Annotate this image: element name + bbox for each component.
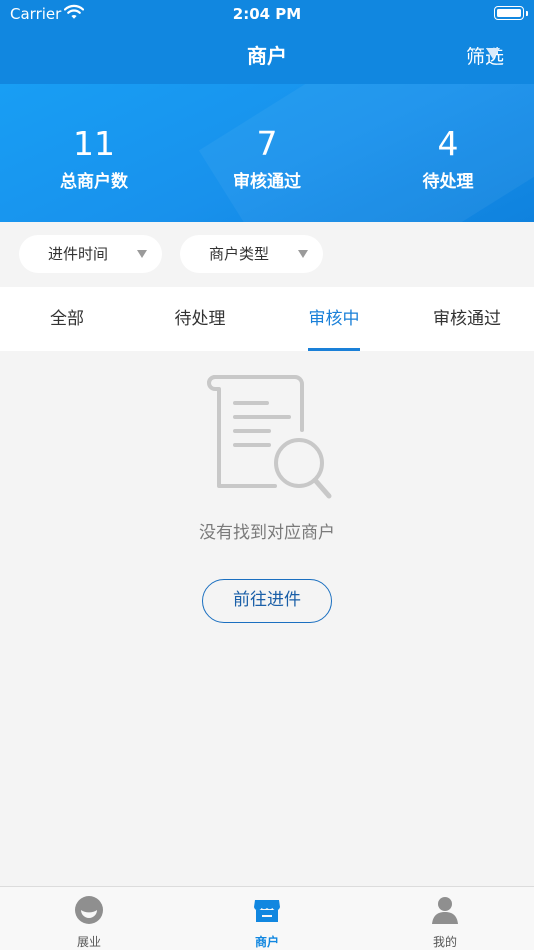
stat-label: 审核通过 xyxy=(233,172,301,192)
bottom-nav: 展业 商户 我的 xyxy=(0,886,534,950)
store-icon xyxy=(254,900,280,922)
stat-total-merchants: 11 总商户数 xyxy=(4,124,184,192)
stat-pending: 4 待处理 xyxy=(358,124,534,192)
chevron-down-icon xyxy=(298,250,308,258)
chevron-down-icon xyxy=(137,250,147,258)
stat-value: 11 xyxy=(73,124,115,163)
chevron-down-icon xyxy=(486,48,500,59)
stats-panel: 11 总商户数 7 审核通过 4 待处理 xyxy=(0,84,534,222)
nav-label: 我的 xyxy=(432,935,457,949)
tab-approved[interactable]: 审核通过 xyxy=(400,287,534,351)
filter-merchant-type[interactable]: 商户类型 xyxy=(180,235,323,273)
page-title: 商户 xyxy=(247,44,287,68)
nav-label: 商户 xyxy=(254,935,279,949)
empty-state-message: 没有找到对应商户 xyxy=(199,523,335,543)
filter-chip-label: 进件时间 xyxy=(48,245,109,263)
status-bar: Carrier 2:04 PM xyxy=(0,0,534,28)
stat-label: 待处理 xyxy=(422,172,474,192)
go-to-onboarding-button[interactable]: 前往进件 xyxy=(202,579,332,623)
tab-all[interactable]: 全部 xyxy=(0,287,134,351)
tab-reviewing[interactable]: 审核中 xyxy=(267,287,401,351)
document-search-icon xyxy=(207,375,332,499)
battery-icon xyxy=(494,6,528,20)
nav-item-business[interactable]: 展业 xyxy=(0,887,178,950)
nav-label: 展业 xyxy=(76,935,101,949)
stat-approved: 7 审核通过 xyxy=(177,124,357,192)
filter-entry-time[interactable]: 进件时间 xyxy=(19,235,162,273)
top-bar: Carrier 2:04 PM 商户 筛选 xyxy=(0,0,534,84)
filter-chips: 进件时间 商户类型 xyxy=(0,222,534,286)
status-tabs: 全部 待处理 审核中 审核通过 xyxy=(0,287,534,351)
tab-pending[interactable]: 待处理 xyxy=(133,287,267,351)
chat-bubble-icon xyxy=(75,896,103,924)
nav-item-merchants[interactable]: 商户 xyxy=(178,887,356,950)
nav-item-profile[interactable]: 我的 xyxy=(356,887,534,950)
user-icon xyxy=(432,897,458,924)
stat-value: 4 xyxy=(437,124,459,163)
filter-chip-label: 商户类型 xyxy=(209,245,270,263)
status-time: 2:04 PM xyxy=(232,5,302,23)
stat-label: 总商户数 xyxy=(60,172,128,192)
stat-value: 7 xyxy=(256,124,278,163)
